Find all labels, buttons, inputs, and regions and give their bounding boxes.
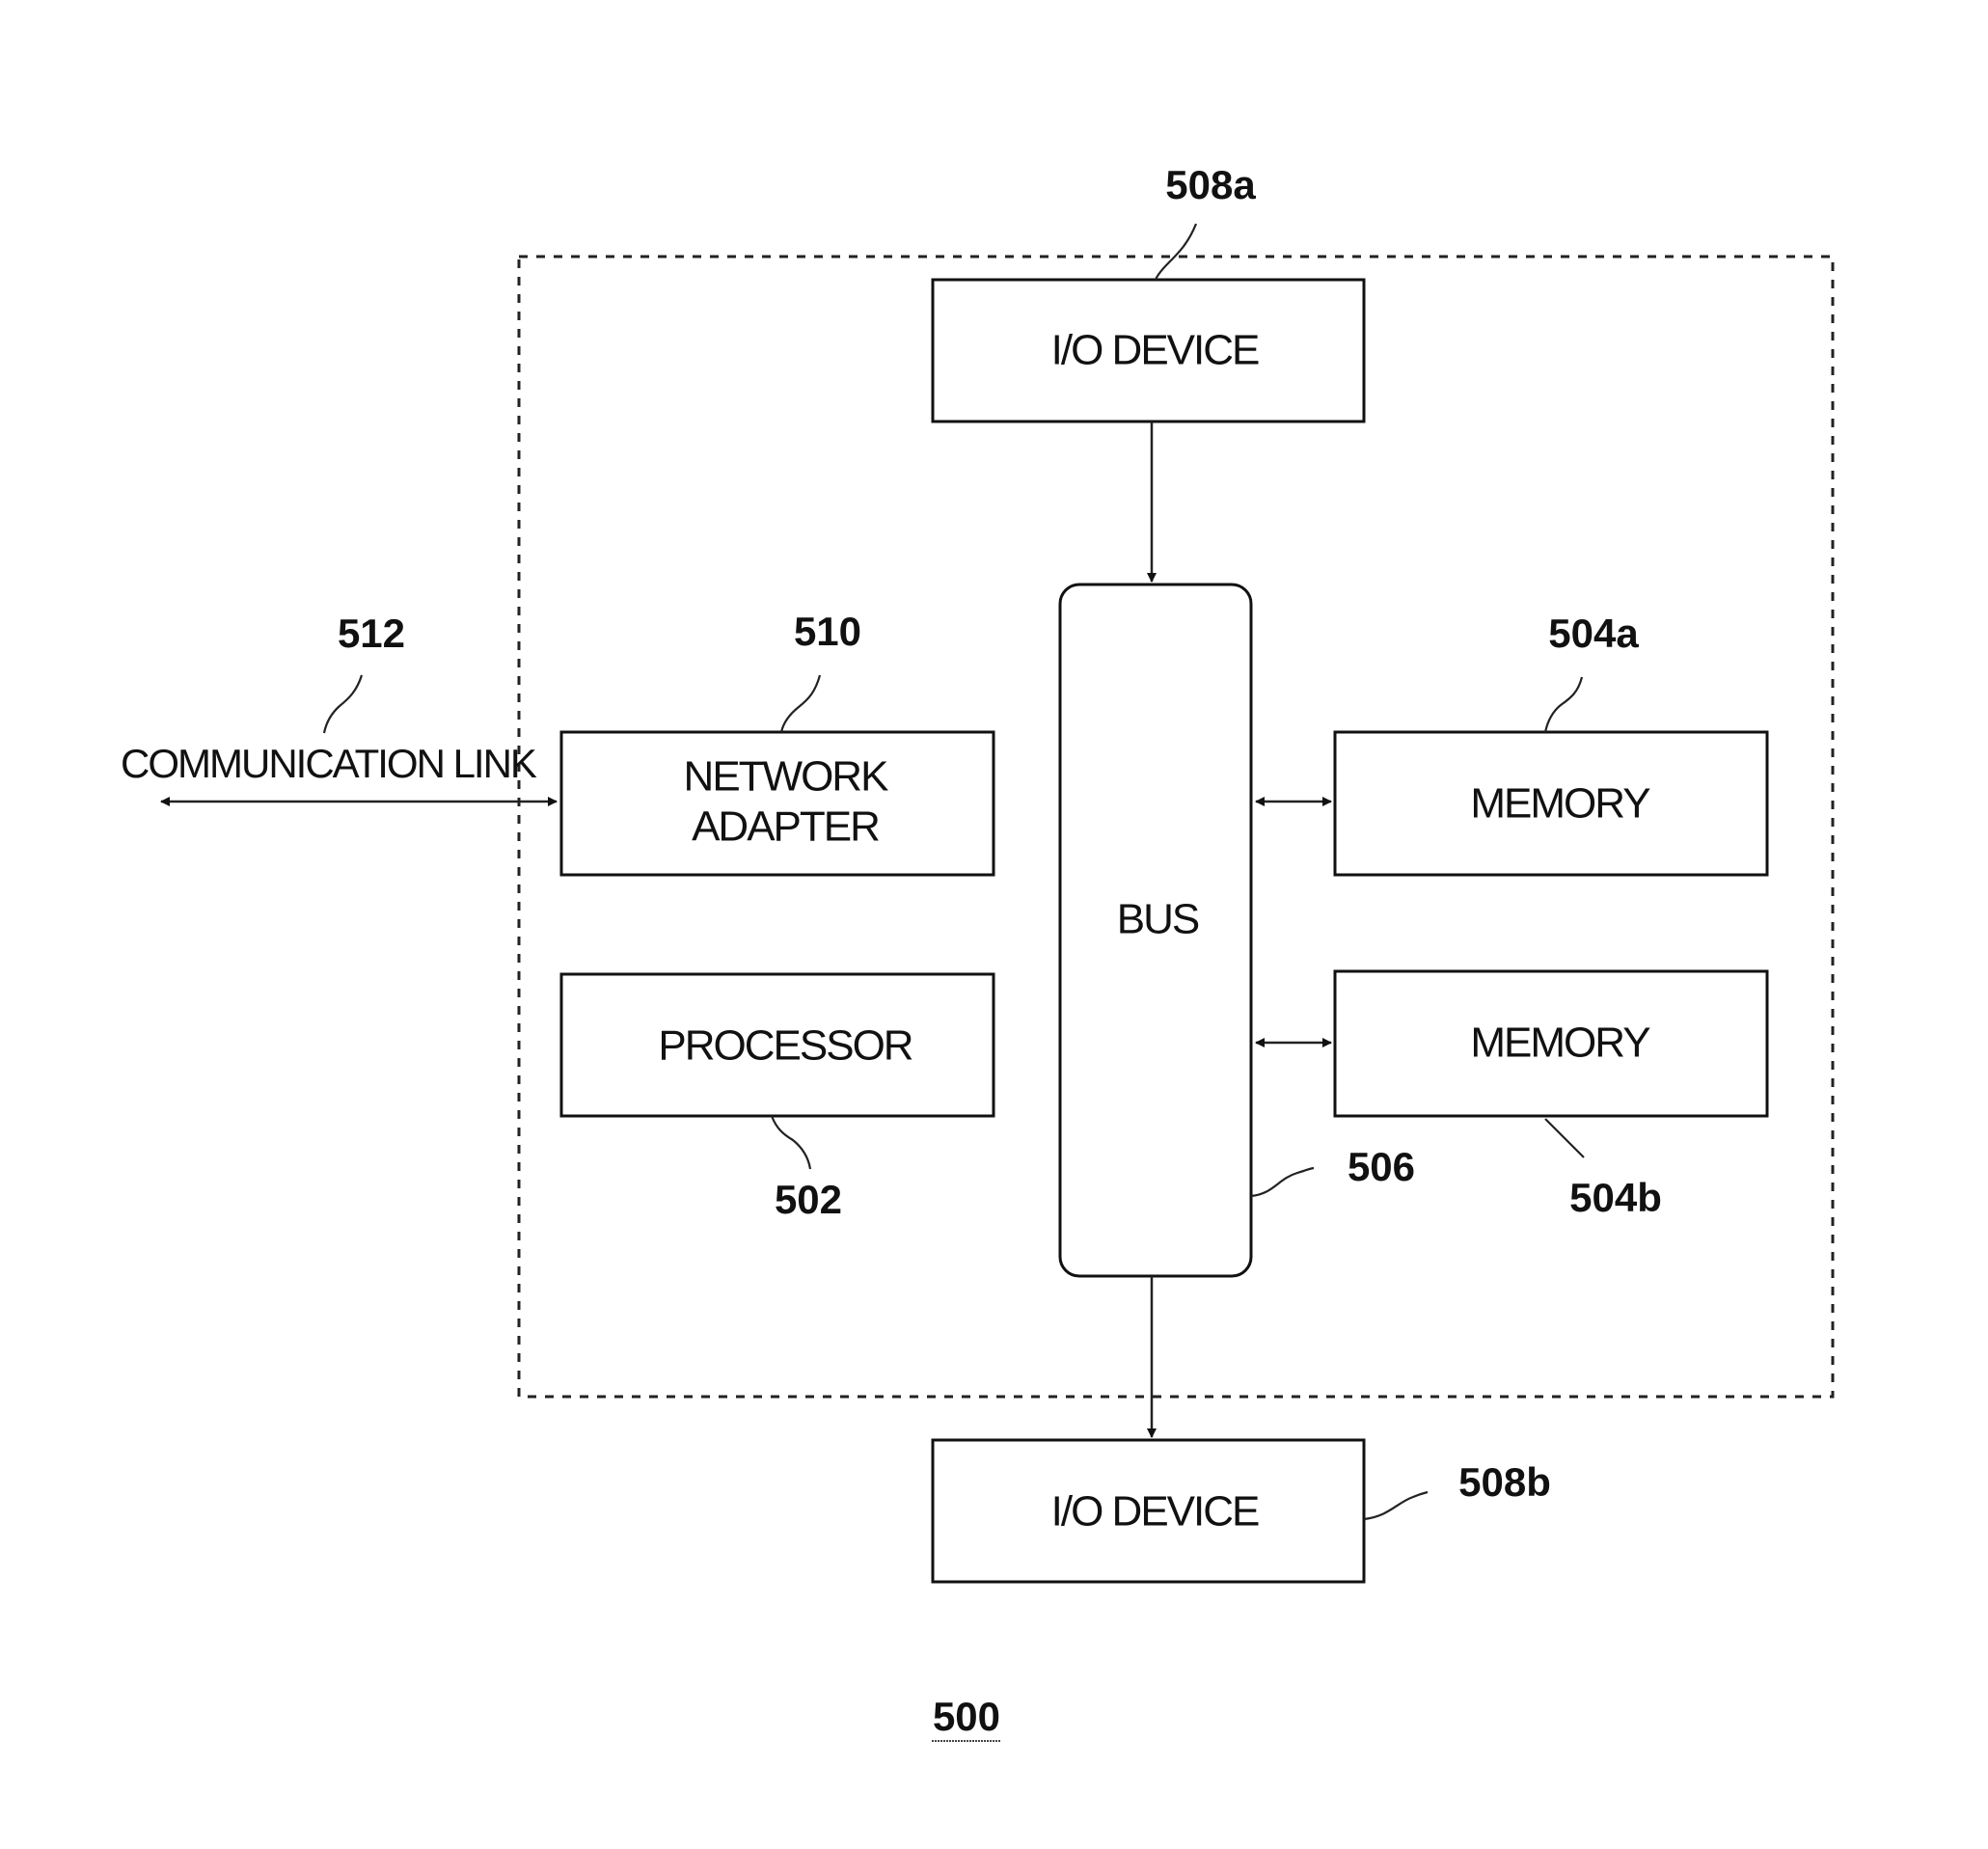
io-device-top: I/O DEVICE bbox=[931, 278, 1366, 423]
leader-502 bbox=[770, 1115, 812, 1170]
leader-512 bbox=[322, 674, 364, 734]
leader-506 bbox=[1250, 1166, 1315, 1198]
network-adapter-label-line2: ADAPTER bbox=[692, 803, 879, 851]
processor: PROCESSOR bbox=[559, 972, 995, 1118]
io-device-bottom: I/O DEVICE bbox=[931, 1438, 1366, 1584]
ref-504b: 504b bbox=[1569, 1175, 1662, 1220]
ref-506: 506 bbox=[1348, 1144, 1415, 1189]
leader-510 bbox=[779, 674, 822, 733]
memory-a: MEMORY bbox=[1333, 730, 1769, 877]
processor-label: PROCESSOR bbox=[658, 1022, 912, 1070]
memory-a-label: MEMORY bbox=[1470, 780, 1650, 828]
ref-508b: 508b bbox=[1458, 1459, 1551, 1505]
figure-number: 500 bbox=[933, 1694, 1000, 1739]
io-device-bottom-label: I/O DEVICE bbox=[1051, 1488, 1259, 1536]
bus: BUS bbox=[1058, 583, 1253, 1278]
communication-link-label: COMMUNICATION LINK bbox=[121, 741, 537, 786]
block-diagram: I/O DEVICE 508a BUS 506 I/O DEVICE 508b … bbox=[121, 162, 1835, 1742]
memory-b-label: MEMORY bbox=[1470, 1020, 1650, 1067]
io-device-top-label: I/O DEVICE bbox=[1051, 327, 1259, 374]
leader-508a bbox=[1154, 223, 1198, 281]
network-adapter: NETWORK ADAPTER bbox=[559, 730, 995, 877]
bus-label: BUS bbox=[1117, 896, 1199, 943]
memory-b: MEMORY bbox=[1333, 969, 1769, 1118]
ref-512: 512 bbox=[338, 611, 405, 656]
leader-504a bbox=[1543, 676, 1584, 733]
ref-504a: 504a bbox=[1548, 611, 1639, 656]
ref-502: 502 bbox=[775, 1177, 842, 1222]
network-adapter-label-line1: NETWORK bbox=[684, 753, 889, 801]
ref-508a: 508a bbox=[1165, 162, 1256, 207]
ref-510: 510 bbox=[794, 609, 861, 654]
leader-504b bbox=[1544, 1118, 1585, 1158]
leader-508b bbox=[1363, 1490, 1429, 1521]
